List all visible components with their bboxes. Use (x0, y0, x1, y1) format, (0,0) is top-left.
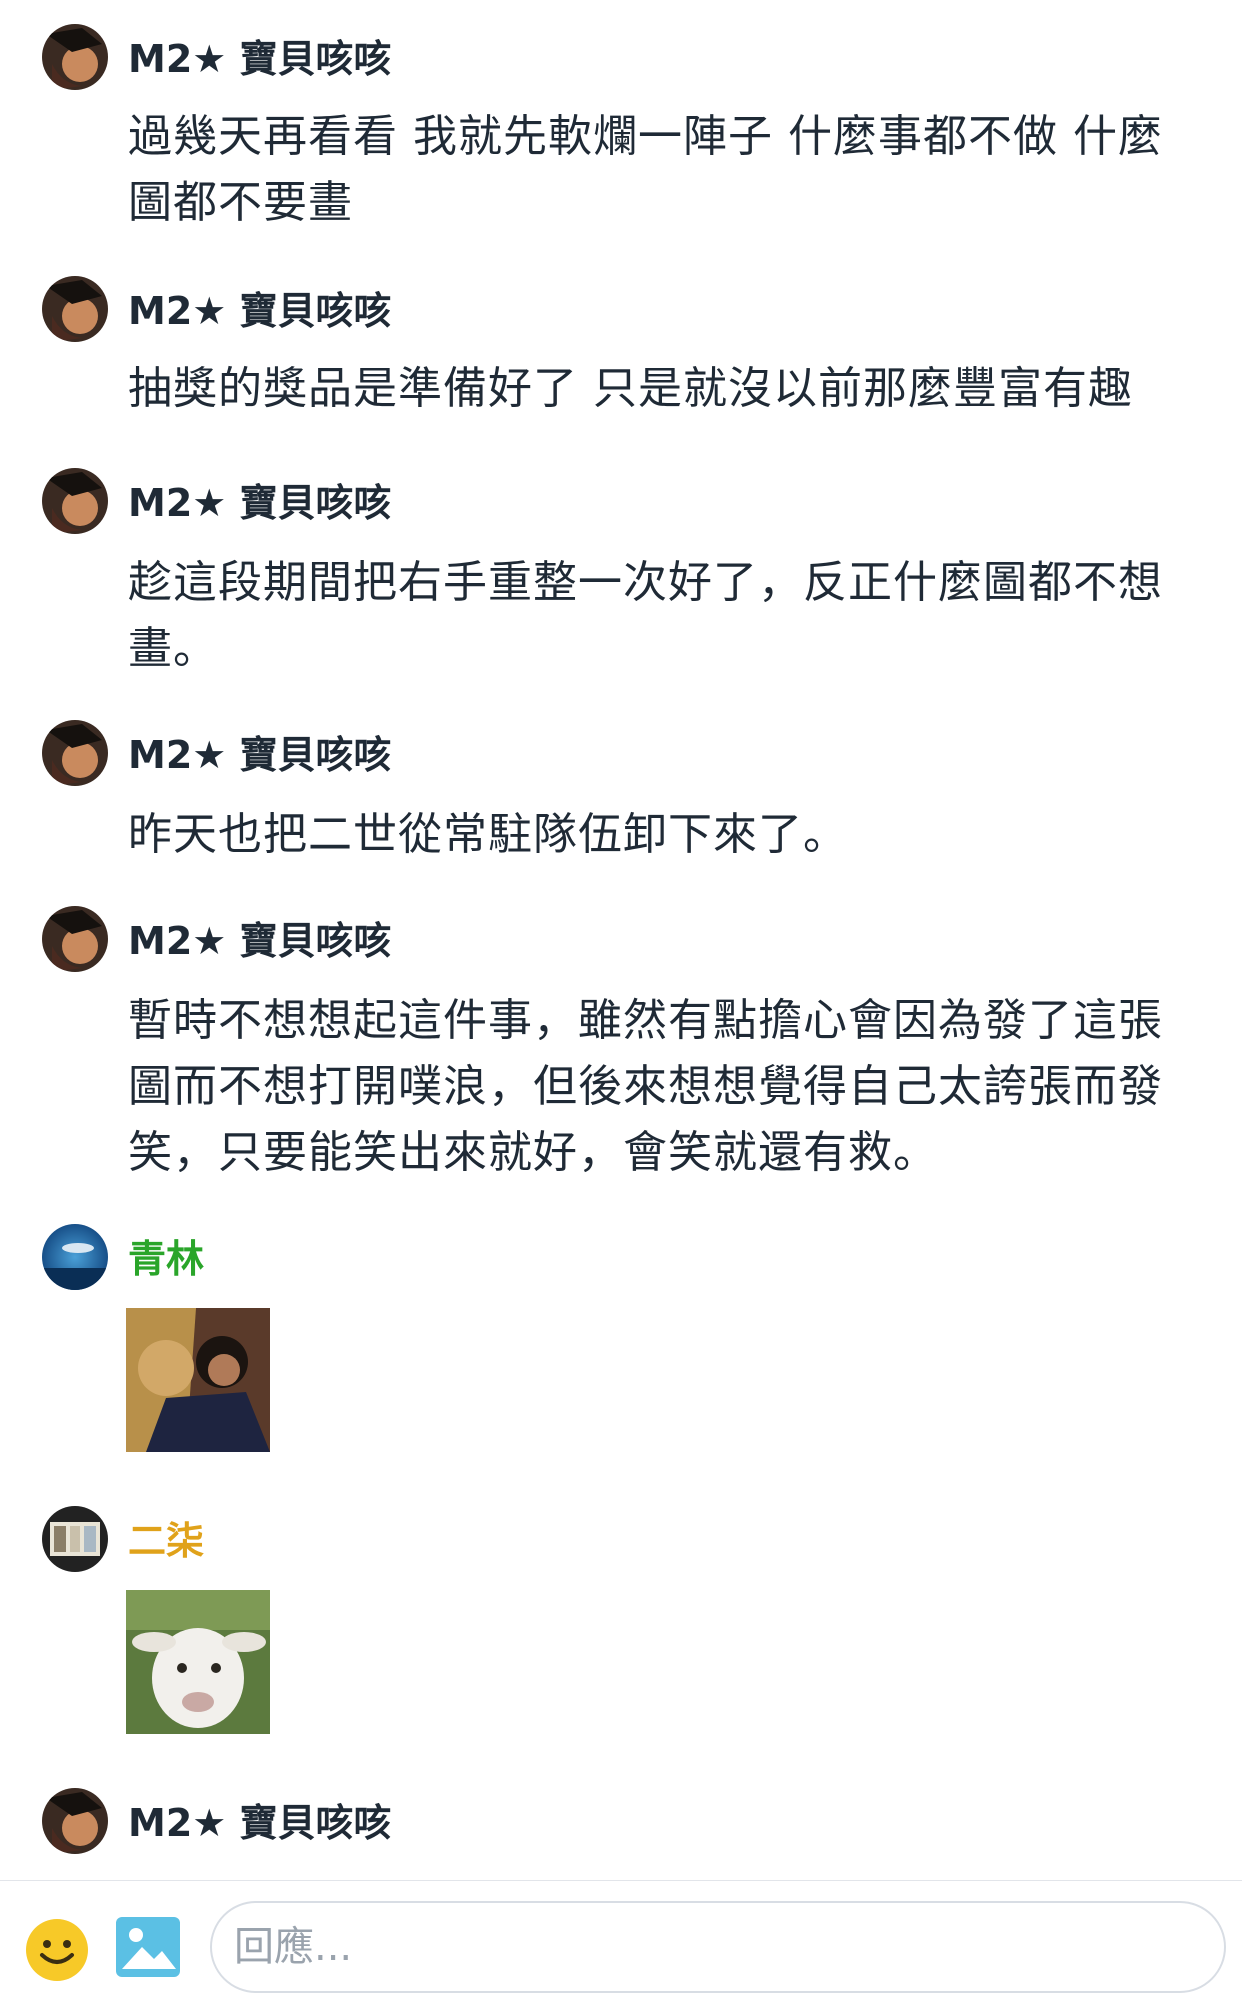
image-upload-icon[interactable] (114, 1915, 182, 1979)
user-name[interactable]: M2★ 寶貝咳咳 (128, 36, 392, 82)
response-text: 抽獎的獎品是準備好了 只是就沒以前那麼豐富有趣 (128, 363, 1133, 414)
reply-input[interactable] (210, 1901, 1226, 1993)
attached-image-thumbnail[interactable] (126, 1590, 270, 1734)
response-text: 昨天也把二世從常駐隊伍卸下來了。 (128, 809, 848, 860)
user-avatar[interactable] (42, 1224, 108, 1290)
attached-image-thumbnail[interactable] (126, 1308, 270, 1452)
response-feed: M2★ 寶貝咳咳 過幾天再看看 我就先軟爛一陣子 什麼事都不做 什麼圖都不要畫 … (0, 0, 1242, 1880)
reply-composer-bar (0, 1880, 1242, 2013)
user-name[interactable]: M2★ 寶貝咳咳 (128, 732, 392, 778)
user-name[interactable]: M2★ 寶貝咳咳 (128, 918, 392, 964)
user-avatar[interactable] (42, 276, 108, 342)
user-avatar[interactable] (42, 468, 108, 534)
user-avatar[interactable] (42, 24, 108, 90)
response-text: 暫時不想想起這件事，雖然有點擔心會因為發了這張圖而不想打開噗浪，但後來想想覺得自… (128, 995, 1163, 1178)
user-avatar[interactable] (42, 1788, 108, 1854)
user-name[interactable]: M2★ 寶貝咳咳 (128, 480, 392, 526)
user-name[interactable]: 二柒 (128, 1518, 204, 1564)
response-text: 趁這段期間把右手重整一次好了，反正什麼圖都不想畫。 (128, 557, 1163, 674)
user-avatar[interactable] (42, 1506, 108, 1572)
user-avatar[interactable] (42, 720, 108, 786)
user-avatar[interactable] (42, 906, 108, 972)
response-text: 過幾天再看看 我就先軟爛一陣子 什麼事都不做 什麼圖都不要畫 (128, 111, 1163, 228)
user-name[interactable]: M2★ 寶貝咳咳 (128, 1800, 392, 1846)
user-name[interactable]: 青林 (128, 1236, 204, 1282)
smile-emoji-icon[interactable] (24, 1917, 90, 1983)
user-name[interactable]: M2★ 寶貝咳咳 (128, 288, 392, 334)
